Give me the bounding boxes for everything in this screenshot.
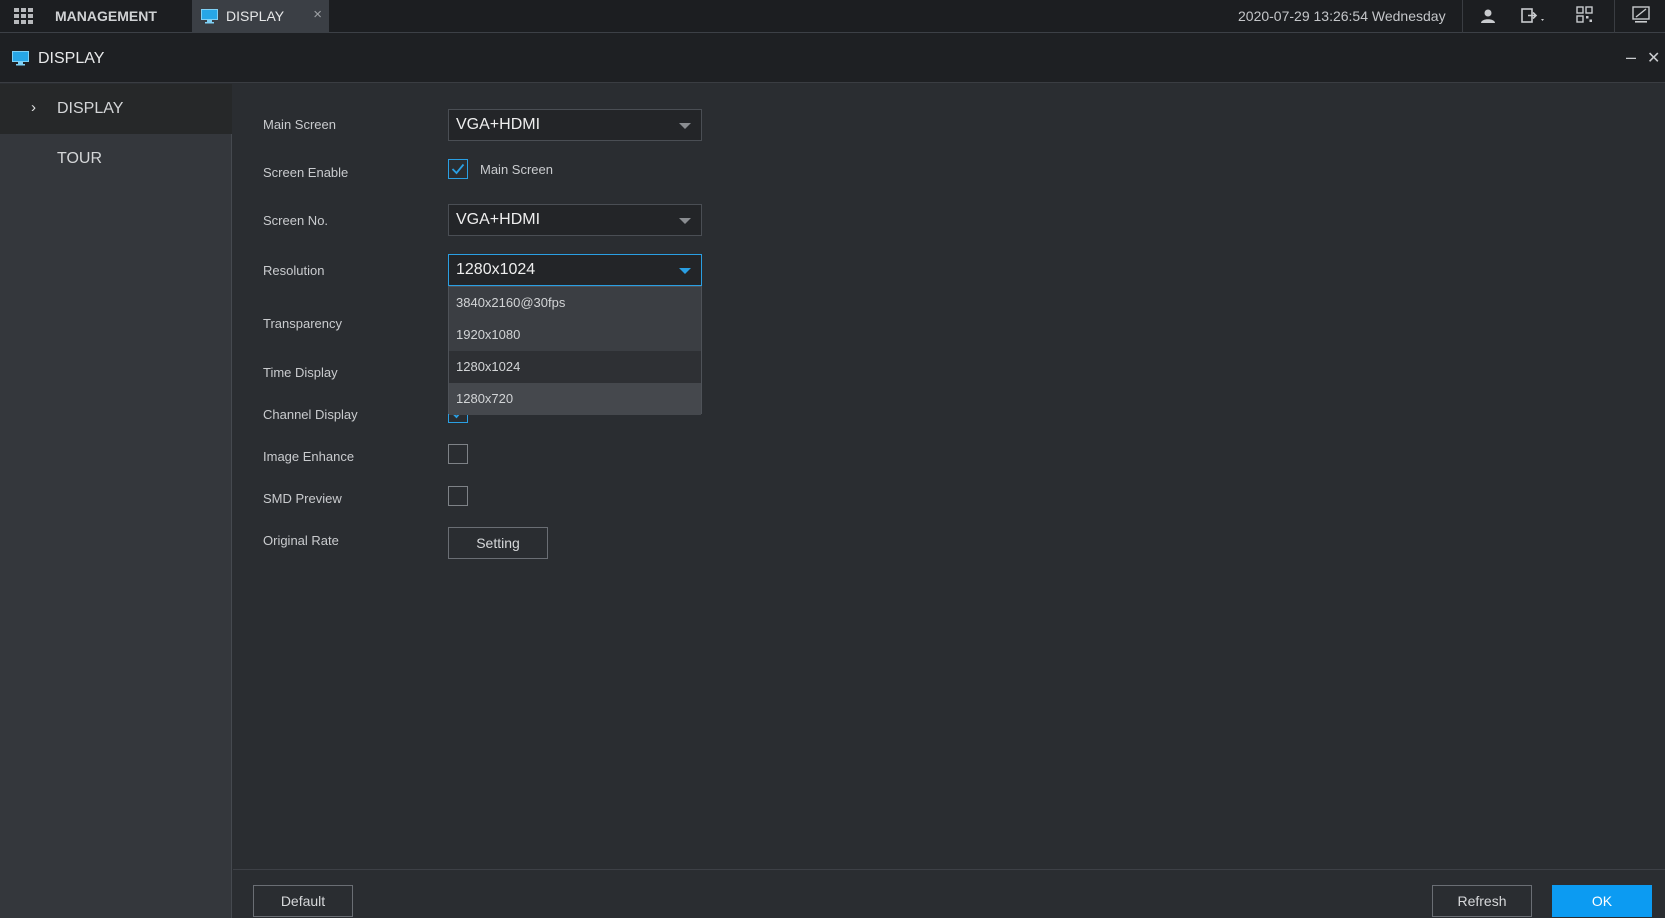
resolution-label: Resolution (263, 263, 325, 278)
divider (1462, 0, 1463, 33)
resolution-option-label: 1920x1080 (456, 327, 521, 342)
monitor-icon (201, 9, 218, 24)
resolution-option-label: 1280x720 (456, 391, 514, 406)
close-icon[interactable]: ✕ (1647, 48, 1660, 68)
sidebar: › DISPLAY TOUR (0, 84, 232, 918)
management-link[interactable]: MANAGEMENT (55, 0, 157, 32)
sidebar-item-label: DISPLAY (57, 100, 124, 117)
window-titlebar: DISPLAY – ✕ (0, 33, 1665, 83)
resolution-dropdown-list: 3840x2160@30fps 1920x1080 1280x1024 1280… (448, 286, 702, 415)
default-button[interactable]: Default (253, 885, 353, 917)
monitor-icon (12, 51, 29, 66)
resolution-select[interactable]: 1280x1024 (448, 254, 702, 286)
display-screen-icon[interactable] (1632, 6, 1650, 24)
channel-display-label: Channel Display (263, 407, 358, 422)
dropdown-arrow-icon (679, 123, 691, 129)
sidebar-item-tour[interactable]: TOUR (0, 134, 232, 184)
main-screen-label: Main Screen (263, 117, 336, 132)
system-datetime: 2020-07-29 13:26:54 Wednesday (1238, 8, 1446, 24)
resolution-option[interactable]: 3840x2160@30fps (449, 287, 701, 319)
smd-preview-label: SMD Preview (263, 491, 342, 506)
resolution-option-selected[interactable]: 1280x1024 (449, 351, 701, 383)
refresh-button[interactable]: Refresh (1432, 885, 1532, 917)
chevron-right-icon: › (31, 99, 36, 116)
screen-no-label: Screen No. (263, 213, 329, 228)
tab-close-icon[interactable]: × (313, 0, 322, 30)
main-screen-value: VGA+HDMI (456, 116, 541, 133)
transparency-label: Transparency (263, 316, 342, 331)
screen-no-select[interactable]: VGA+HDMI (448, 204, 702, 236)
sidebar-item-label: TOUR (57, 150, 103, 167)
checkmark-icon (451, 163, 465, 175)
main-screen-checkbox[interactable] (448, 159, 468, 179)
dropdown-arrow-icon (679, 268, 691, 274)
main-screen-select[interactable]: VGA+HDMI (448, 109, 702, 141)
tab-display-label: DISPLAY (226, 8, 285, 24)
screen-no-value: VGA+HDMI (456, 211, 541, 228)
user-icon[interactable] (1480, 8, 1496, 24)
resolution-option-label: 3840x2160@30fps (456, 295, 566, 310)
screen-enable-label: Screen Enable (263, 165, 349, 180)
dropdown-arrow-icon (679, 218, 691, 224)
image-enhance-checkbox[interactable] (448, 444, 468, 464)
top-bar: MANAGEMENT DISPLAY × 2020-07-29 13:26:54… (0, 0, 1665, 33)
setting-button[interactable]: Setting (448, 527, 548, 559)
logout-icon[interactable] (1521, 7, 1547, 25)
time-display-label: Time Display (263, 365, 338, 380)
smd-preview-checkbox[interactable] (448, 486, 468, 506)
page-title: DISPLAY (38, 50, 105, 67)
main-screen-checkbox-label: Main Screen (480, 162, 553, 177)
resolution-option[interactable]: 1280x720 (449, 383, 701, 415)
image-enhance-label: Image Enhance (263, 449, 355, 464)
ok-button[interactable]: OK (1552, 885, 1652, 917)
apps-grid-icon[interactable] (14, 8, 34, 25)
qr-code-icon[interactable] (1576, 6, 1593, 23)
minimize-icon[interactable]: – (1626, 47, 1636, 68)
resolution-option-label: 1280x1024 (456, 359, 521, 374)
resolution-option[interactable]: 1920x1080 (449, 319, 701, 351)
resolution-value: 1280x1024 (456, 261, 536, 278)
divider (1614, 0, 1615, 33)
original-rate-label: Original Rate (263, 533, 339, 548)
tab-display[interactable]: DISPLAY × (192, 0, 329, 33)
sidebar-item-display[interactable]: › DISPLAY (0, 84, 232, 134)
